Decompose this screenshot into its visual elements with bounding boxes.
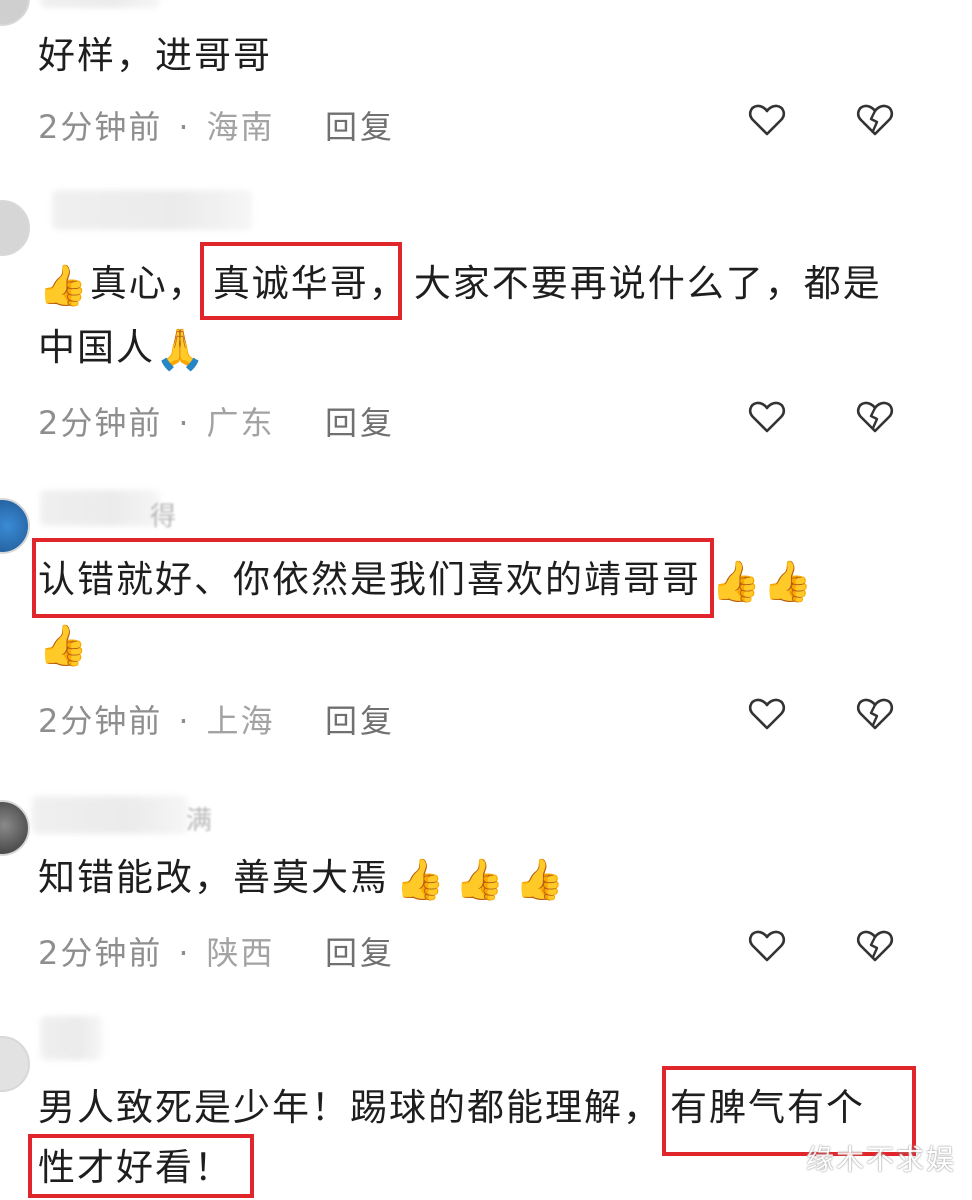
- comment-text-content: 好样，进哥哥: [38, 34, 272, 77]
- heart-outline-icon[interactable]: [747, 694, 787, 734]
- comment-text-content: 知错能改，善莫大焉: [38, 856, 389, 899]
- highlight-box: [200, 242, 402, 320]
- username-fragment: 得: [150, 502, 177, 532]
- thumbs-up-icon: 👍: [762, 558, 815, 605]
- avatar[interactable]: [0, 1036, 30, 1092]
- reply-button[interactable]: 回复: [325, 102, 395, 148]
- meta-separator: ·: [178, 404, 191, 442]
- timestamp: 2分钟前: [38, 108, 163, 146]
- reply-button[interactable]: 回复: [325, 928, 395, 974]
- thumbs-up-icon: 👍: [711, 558, 763, 605]
- location: 陕西: [206, 934, 275, 972]
- broken-heart-icon[interactable]: [855, 926, 895, 966]
- username-fragment: 满: [186, 806, 213, 836]
- comment-meta: 2分钟前 · 海南: [38, 102, 275, 148]
- username-blurred[interactable]: [40, 1016, 102, 1060]
- broken-heart-icon[interactable]: [855, 100, 895, 140]
- timestamp: 2分钟前: [38, 702, 163, 740]
- timestamp: 2分钟前: [38, 404, 163, 442]
- username-blurred[interactable]: [32, 796, 188, 834]
- broken-heart-icon[interactable]: [855, 397, 895, 437]
- username-blurred[interactable]: [40, 0, 160, 8]
- meta-separator: ·: [178, 702, 191, 740]
- comment-text-line2: 👍: [38, 612, 90, 676]
- thumbs-up-icon: 👍: [514, 856, 567, 903]
- comment-text-part: 大家不要再说什么了，都是: [413, 262, 882, 305]
- comment-text: 好样，进哥哥: [38, 24, 272, 88]
- broken-heart-icon[interactable]: [855, 694, 895, 734]
- location: 广东: [206, 404, 275, 442]
- comment-text-part: 男人致死是少年！踢球的都能理解，: [38, 1086, 662, 1129]
- comment-text-part: 中国人: [38, 326, 155, 369]
- location: 海南: [206, 108, 275, 146]
- reply-button[interactable]: 回复: [325, 398, 395, 444]
- avatar[interactable]: [0, 800, 30, 856]
- highlight-box: [28, 1134, 254, 1198]
- heart-outline-icon[interactable]: [747, 397, 787, 437]
- comment-text: 👍真心， 真诚华哥， 大家不要再说什么了，都是: [38, 252, 882, 316]
- username-blurred[interactable]: [52, 190, 252, 230]
- highlight-box: [32, 538, 714, 618]
- location: 上海: [206, 702, 275, 740]
- comment-text: 知错能改，善莫大焉 👍 👍 👍: [38, 846, 566, 910]
- timestamp: 2分钟前: [38, 934, 163, 972]
- meta-separator: ·: [178, 934, 191, 972]
- praying-hands-icon: 🙏: [155, 326, 207, 373]
- avatar[interactable]: [0, 200, 30, 256]
- reply-button[interactable]: 回复: [325, 696, 395, 742]
- thumbs-up-icon: 👍: [38, 622, 90, 669]
- username-blurred[interactable]: [40, 490, 160, 526]
- heart-outline-icon[interactable]: [747, 100, 787, 140]
- comment-meta: 2分钟前 · 广东: [38, 398, 275, 444]
- avatar[interactable]: [0, 498, 30, 554]
- comment-text-part: 真心，: [89, 262, 207, 305]
- thumbs-up-icon: 👍: [395, 856, 447, 903]
- thumbs-up-icon: 👍: [38, 262, 90, 309]
- meta-separator: ·: [178, 108, 191, 146]
- comment-text-line2: 中国人🙏: [38, 316, 207, 380]
- avatar[interactable]: [0, 0, 30, 26]
- comment-meta: 2分钟前 · 上海: [38, 696, 275, 742]
- comment-meta: 2分钟前 · 陕西: [38, 928, 275, 974]
- heart-outline-icon[interactable]: [747, 926, 787, 966]
- thumbs-up-icon: 👍: [454, 856, 507, 903]
- watermark: 缘木不求娱: [805, 1143, 956, 1176]
